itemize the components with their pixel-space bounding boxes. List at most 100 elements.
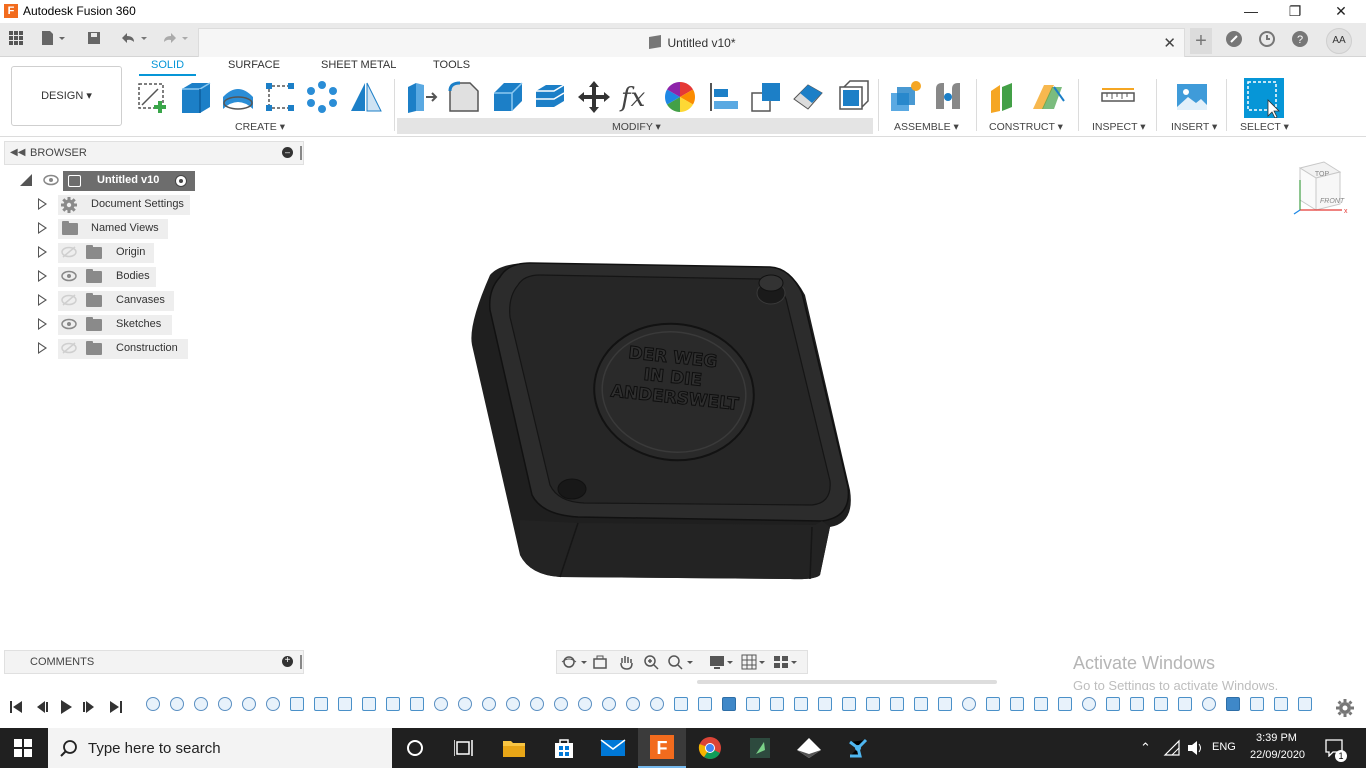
browser-panel-header[interactable]: ◀◀ BROWSER – <box>4 141 304 165</box>
windows-start-icon[interactable] <box>14 739 32 760</box>
plane-at-angle-icon[interactable] <box>1030 79 1066 115</box>
timeline-feature-icon[interactable] <box>1034 697 1048 711</box>
minimize-button[interactable]: — <box>1228 0 1274 23</box>
expand-arrow-icon[interactable] <box>38 222 47 234</box>
timeline-feature-icon[interactable] <box>482 697 496 711</box>
press-pull-icon[interactable] <box>404 79 440 115</box>
timeline-feature-icon[interactable] <box>1250 697 1264 711</box>
timeline-feature-icon[interactable] <box>338 697 352 711</box>
select-tool-icon[interactable] <box>1244 78 1284 119</box>
timeline-feature-icon[interactable] <box>698 697 712 711</box>
step-forward-icon[interactable] <box>82 699 98 718</box>
timeline-feature-icon[interactable] <box>266 697 280 711</box>
browser-item-origin[interactable]: Origin <box>0 242 300 264</box>
fillet-icon[interactable] <box>446 79 482 115</box>
play-icon[interactable] <box>58 699 74 718</box>
app-green-icon[interactable] <box>748 736 772 763</box>
comments-panel-header[interactable]: COMMENTS + <box>4 650 304 674</box>
timeline-feature-icon[interactable] <box>770 697 784 711</box>
pattern-icon[interactable] <box>304 79 340 115</box>
timeline-feature-icon[interactable] <box>458 697 472 711</box>
timeline-feature-icon[interactable] <box>986 697 1000 711</box>
hidden-eye-icon[interactable] <box>61 294 77 306</box>
new-component-icon[interactable] <box>887 79 923 115</box>
timeline-feature-icon[interactable] <box>1154 697 1168 711</box>
timeline-feature-icon[interactable] <box>1058 697 1072 711</box>
timeline-feature-icon[interactable] <box>146 697 160 711</box>
look-at-icon[interactable] <box>592 654 608 673</box>
go-to-start-icon[interactable] <box>8 699 24 718</box>
viewports-icon[interactable] <box>773 654 801 673</box>
fit-view-icon[interactable] <box>667 654 695 673</box>
viewcube-top-label[interactable]: TOP <box>1315 171 1330 178</box>
save-icon[interactable] <box>84 30 104 50</box>
undo-icon[interactable] <box>118 30 147 50</box>
timeline-feature-icon[interactable] <box>170 697 184 711</box>
timeline-feature-icon[interactable] <box>914 697 928 711</box>
timeline-feature-icon[interactable] <box>362 697 376 711</box>
extensions-icon[interactable] <box>1224 30 1244 50</box>
extrude-icon[interactable] <box>178 79 214 115</box>
display-settings-icon[interactable] <box>709 654 737 673</box>
tab-surface[interactable]: SURFACE <box>228 59 280 71</box>
modify-menu[interactable]: MODIFY ▾ <box>612 121 661 133</box>
volume-icon[interactable] <box>1186 739 1204 760</box>
browser-root-item[interactable]: Untitled v10 <box>0 170 300 192</box>
visibility-eye-icon[interactable] <box>61 318 77 330</box>
timeline-feature-icon[interactable] <box>818 697 832 711</box>
align-icon[interactable] <box>706 79 742 115</box>
measure-icon[interactable] <box>1100 79 1136 115</box>
timeline-feature-icon[interactable] <box>866 697 880 711</box>
data-panel-grid-icon[interactable] <box>6 30 26 50</box>
timeline-feature-icon[interactable] <box>1226 697 1240 711</box>
close-window-button[interactable]: ✕ <box>1318 0 1364 23</box>
insert-menu[interactable]: INSERT ▾ <box>1171 121 1217 133</box>
timeline-feature-icon[interactable] <box>602 697 616 711</box>
appearance-icon[interactable] <box>662 79 698 115</box>
collapse-arrow-icon[interactable] <box>20 174 32 186</box>
sweep-icon[interactable] <box>262 79 298 115</box>
timeline-feature-icon[interactable] <box>626 697 640 711</box>
timeline-feature-icon[interactable] <box>218 697 232 711</box>
zoom-icon[interactable] <box>643 654 659 673</box>
timeline-feature-icon[interactable] <box>746 697 760 711</box>
language-indicator[interactable]: ENG <box>1212 741 1236 753</box>
timeline-feature-icon[interactable] <box>890 697 904 711</box>
timeline-feature-icon[interactable] <box>842 697 856 711</box>
timeline-feature-icon[interactable] <box>530 697 544 711</box>
close-tab-icon[interactable]: ✕ <box>1163 34 1176 52</box>
browser-item-bodies[interactable]: Bodies <box>0 266 300 288</box>
hidden-eye-icon[interactable] <box>61 342 77 354</box>
collapse-panel-icon[interactable]: ◀◀ <box>10 147 25 158</box>
file-menu-icon[interactable] <box>40 30 65 50</box>
tab-solid[interactable]: SOLID <box>138 59 197 76</box>
timeline-feature-icon[interactable] <box>290 697 304 711</box>
viewcube-front-label[interactable]: FRONT <box>1320 198 1345 205</box>
expand-arrow-icon[interactable] <box>38 342 47 354</box>
construct-menu[interactable]: CONSTRUCT ▾ <box>989 121 1063 133</box>
help-icon[interactable]: ? <box>1290 30 1310 50</box>
redo-icon[interactable] <box>160 30 188 50</box>
panel-pin-icon[interactable] <box>300 655 302 669</box>
clock-time[interactable]: 3:39 PM <box>1256 732 1297 744</box>
timeline-feature-icon[interactable] <box>1010 697 1024 711</box>
microsoft-store-icon[interactable] <box>552 736 576 763</box>
timeline-feature-icon[interactable] <box>554 697 568 711</box>
timeline-feature-icon[interactable] <box>194 697 208 711</box>
timeline-feature-icon[interactable] <box>314 697 328 711</box>
shell-icon[interactable] <box>532 79 568 115</box>
task-view-icon[interactable] <box>453 739 474 760</box>
joint-icon[interactable] <box>930 79 966 115</box>
file-explorer-icon[interactable] <box>502 737 526 762</box>
document-tab[interactable]: Untitled v10* ✕ <box>198 28 1185 57</box>
insert-canvas-icon[interactable] <box>1174 79 1210 115</box>
step-back-icon[interactable] <box>33 699 49 718</box>
taskbar-fusion-app[interactable]: F <box>638 728 686 768</box>
taskbar-search-box[interactable]: Type here to search <box>48 728 392 768</box>
visibility-eye-icon[interactable] <box>43 174 59 186</box>
viewcube[interactable]: TOP FRONT x <box>1290 158 1350 218</box>
hidden-eye-icon[interactable] <box>61 246 77 258</box>
timeline-feature-icon[interactable] <box>434 697 448 711</box>
workspace-switcher-button[interactable]: DESIGN ▾ <box>11 66 122 126</box>
app-diamond-icon[interactable] <box>796 736 822 763</box>
